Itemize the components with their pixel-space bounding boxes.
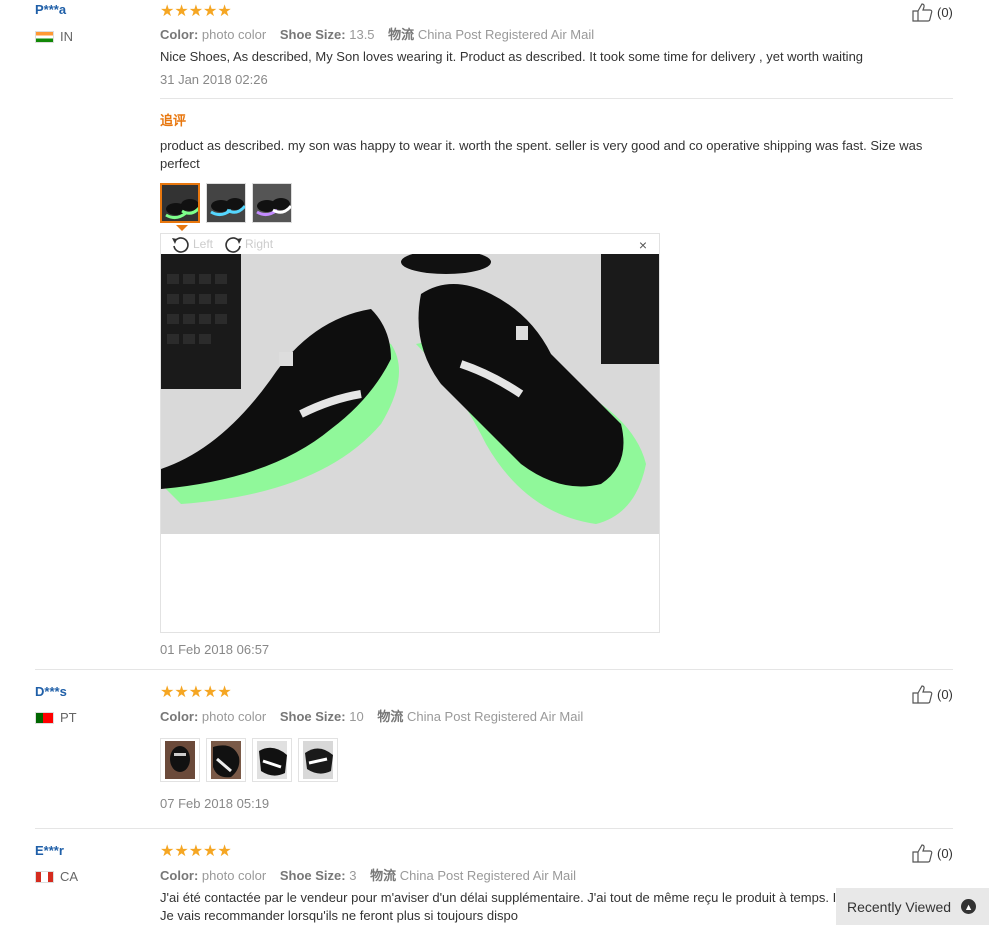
star-rating: ★★★★★ <box>160 684 232 701</box>
reviewer-name[interactable]: E***r <box>35 843 64 858</box>
review-photo-thumb[interactable] <box>252 183 292 223</box>
divider <box>35 669 953 670</box>
review-text: Nice Shoes, As described, My Son loves w… <box>160 49 864 64</box>
review-photo-thumb[interactable] <box>160 738 200 782</box>
rotate-right-button[interactable]: Right <box>223 235 273 253</box>
review-photo-thumb[interactable] <box>206 183 246 223</box>
shoe-photo-icon <box>253 184 291 222</box>
review-attributes: Color: photo color Shoe Size: 10 物流 Chin… <box>160 709 584 724</box>
helpful-button[interactable]: (0) <box>911 843 953 863</box>
star-rating: ★★★★★ <box>160 3 232 20</box>
helpful-button[interactable]: (0) <box>911 2 953 22</box>
canada-flag-icon <box>35 870 54 883</box>
shoe-photo-icon <box>303 741 333 779</box>
rotate-right-icon <box>225 237 243 253</box>
shoe-photo-icon <box>165 741 195 779</box>
country-code: IN <box>60 29 73 44</box>
review-attributes: Color: photo color Shoe Size: 13.5 物流 Ch… <box>160 27 595 42</box>
reviewer-name[interactable]: P***a <box>35 2 66 17</box>
helpful-count: (0) <box>937 4 953 20</box>
photo-viewer: Left Right × <box>160 233 660 633</box>
divider <box>35 828 953 829</box>
rotate-left-icon <box>172 237 189 253</box>
thumb-pointer-icon <box>176 225 188 231</box>
additional-review-text: product as described. my son was happy t… <box>160 138 923 171</box>
review-photo-thumbnails <box>160 738 338 782</box>
recently-viewed-button[interactable]: Recently Viewed ▲ <box>836 888 989 925</box>
additional-review-label: 追评 <box>160 113 187 128</box>
helpful-count: (0) <box>937 686 953 702</box>
helpful-button[interactable]: (0) <box>911 684 953 704</box>
review-photo-large <box>161 254 659 534</box>
review-photo-thumb[interactable] <box>206 738 246 782</box>
viewer-toolbar: Left Right <box>161 234 659 254</box>
review-attributes: Color: photo color Shoe Size: 3 物流 China… <box>160 868 577 883</box>
country-code: CA <box>60 869 79 884</box>
reviewer-name[interactable]: D***s <box>35 684 67 699</box>
star-rating: ★★★★★ <box>160 843 232 860</box>
review-photo-thumb[interactable] <box>160 183 200 223</box>
shoe-photo-icon <box>257 741 287 779</box>
helpful-count: (0) <box>937 845 953 861</box>
review-text: J'ai été contactée par le vendeur pour m… <box>160 890 935 923</box>
shoe-photo-icon <box>162 185 198 221</box>
thumbs-up-icon <box>912 3 933 22</box>
recently-viewed-label: Recently Viewed <box>847 898 952 915</box>
review-photo-thumb[interactable] <box>298 738 338 782</box>
thumbs-up-icon <box>912 844 933 863</box>
india-flag-icon <box>35 30 54 43</box>
reviewer-country: PT <box>35 710 77 725</box>
shoe-photo-icon <box>207 184 245 222</box>
rotate-left-button[interactable]: Left <box>171 235 213 253</box>
chevron-up-icon: ▲ <box>961 899 977 914</box>
country-code: PT <box>60 710 77 725</box>
review-date: 07 Feb 2018 05:19 <box>160 796 270 811</box>
reviewer-country: IN <box>35 29 73 44</box>
divider <box>160 98 953 99</box>
portugal-flag-icon <box>35 711 54 724</box>
review-photo-thumbnails <box>160 183 292 223</box>
reviewer-country: CA <box>35 869 78 884</box>
review-date: 31 Jan 2018 02:26 <box>160 72 268 87</box>
review-photo-thumb[interactable] <box>252 738 292 782</box>
shoe-photo-icon <box>211 741 241 779</box>
close-icon[interactable]: × <box>639 237 647 253</box>
thumbs-up-icon <box>912 685 933 704</box>
additional-review-date: 01 Feb 2018 06:57 <box>160 642 270 657</box>
